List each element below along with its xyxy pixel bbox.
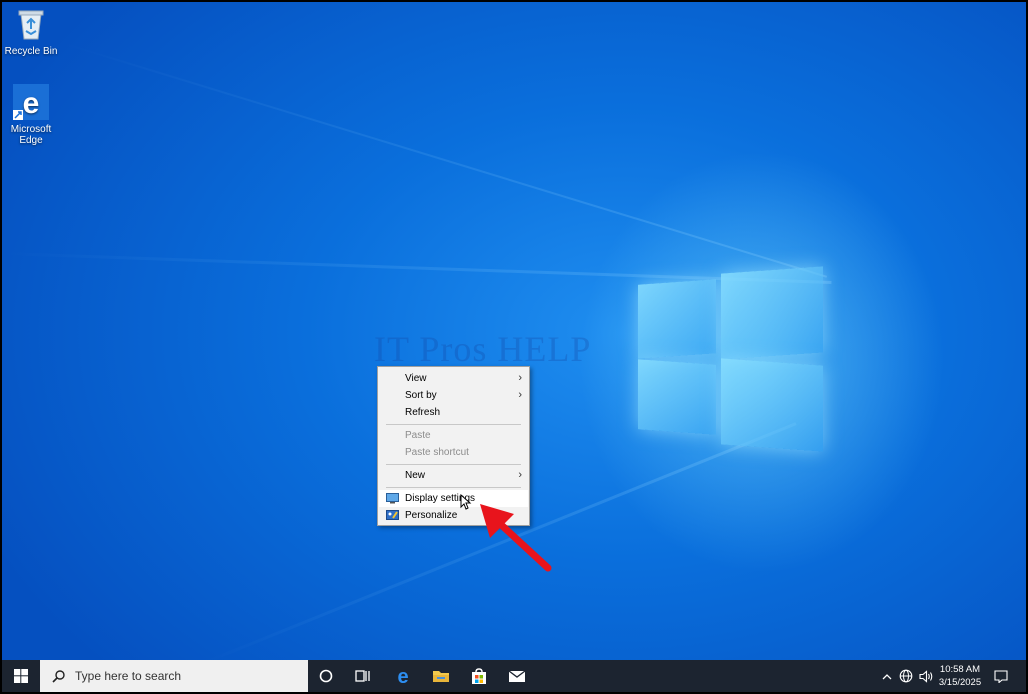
watermark: IT Pros HELP	[374, 329, 592, 369]
menu-separator	[386, 464, 521, 465]
desktop-icon-microsoft-edge[interactable]: e Microsoft Edge	[2, 84, 61, 146]
menu-separator	[386, 487, 521, 488]
logo-pane	[721, 358, 823, 452]
clock-time: 10:58 AM	[939, 664, 981, 675]
menu-item-label: Personalize	[405, 510, 458, 521]
menu-item-label: Refresh	[405, 407, 441, 418]
menu-item-paste-shortcut[interactable]: Paste shortcut	[379, 444, 528, 461]
cortana-icon	[319, 669, 333, 683]
desktop-icon-label: Edge	[19, 135, 43, 146]
desktop[interactable]: IT Pros HELP Recycle Bin e Microsoft Edg…	[2, 2, 1026, 660]
desktop-icon-recycle-bin[interactable]: Recycle Bin	[2, 6, 61, 57]
menu-item-paste[interactable]: Paste	[379, 427, 528, 444]
network-globe-icon	[899, 669, 913, 683]
network-button[interactable]	[896, 660, 916, 692]
chevron-right-icon: ›	[518, 372, 522, 384]
chevron-right-icon: ›	[518, 389, 522, 401]
menu-item-label: Paste shortcut	[405, 447, 469, 458]
logo-pane	[638, 279, 716, 359]
action-center-button[interactable]	[988, 660, 1014, 692]
taskbar-clock[interactable]: 10:58 AM 3/15/2025	[930, 663, 990, 689]
logo-pane	[638, 359, 716, 435]
taskbar-file-explorer-button[interactable]	[422, 660, 460, 692]
recycle-bin-icon	[13, 6, 49, 42]
search-icon	[52, 669, 65, 683]
menu-item-label: Sort by	[405, 390, 437, 401]
cortana-button[interactable]	[308, 660, 344, 692]
taskbar: Type here to search e 10:58 AM 3/15/2025	[2, 660, 1026, 692]
mail-icon	[508, 670, 526, 682]
desktop-icon-label: Recycle Bin	[4, 46, 58, 57]
show-hidden-icons-button[interactable]	[878, 660, 896, 692]
search-placeholder: Type here to search	[75, 669, 182, 683]
menu-item-sort-by[interactable]: Sort by ›	[379, 387, 528, 404]
logo-pane	[721, 266, 823, 360]
store-icon	[472, 667, 486, 684]
taskbar-mail-button[interactable]	[498, 660, 536, 692]
taskbar-store-button[interactable]	[460, 660, 498, 692]
menu-item-label: Paste	[405, 430, 431, 441]
menu-item-label: New	[405, 470, 426, 481]
svg-text:e: e	[23, 87, 40, 120]
taskbar-edge-button[interactable]: e	[384, 660, 422, 692]
chevron-up-icon	[882, 673, 892, 679]
personalize-icon	[386, 510, 399, 521]
menu-separator	[386, 424, 521, 425]
task-view-icon	[355, 670, 370, 682]
desktop-icon-label: Microsoft	[10, 124, 52, 135]
file-explorer-icon	[433, 671, 449, 682]
chevron-right-icon: ›	[518, 469, 522, 481]
task-view-button[interactable]	[344, 660, 382, 692]
mouse-cursor-icon	[460, 493, 472, 515]
notification-icon	[994, 669, 1008, 683]
start-button[interactable]	[2, 660, 40, 692]
clock-date: 3/15/2025	[938, 677, 982, 688]
svg-text:e: e	[397, 667, 408, 685]
menu-item-label: View	[405, 373, 427, 384]
edge-icon: e	[13, 84, 49, 120]
windows-logo-icon	[14, 669, 28, 683]
wallpaper-beam	[61, 42, 828, 278]
taskbar-search-box[interactable]: Type here to search	[40, 660, 308, 692]
edge-icon: e	[397, 667, 408, 685]
menu-item-refresh[interactable]: Refresh	[379, 404, 528, 421]
red-pointer-arrow-icon	[474, 498, 554, 579]
menu-item-view[interactable]: View ›	[379, 370, 528, 387]
menu-item-new[interactable]: New ›	[379, 467, 528, 484]
display-icon	[386, 493, 399, 504]
